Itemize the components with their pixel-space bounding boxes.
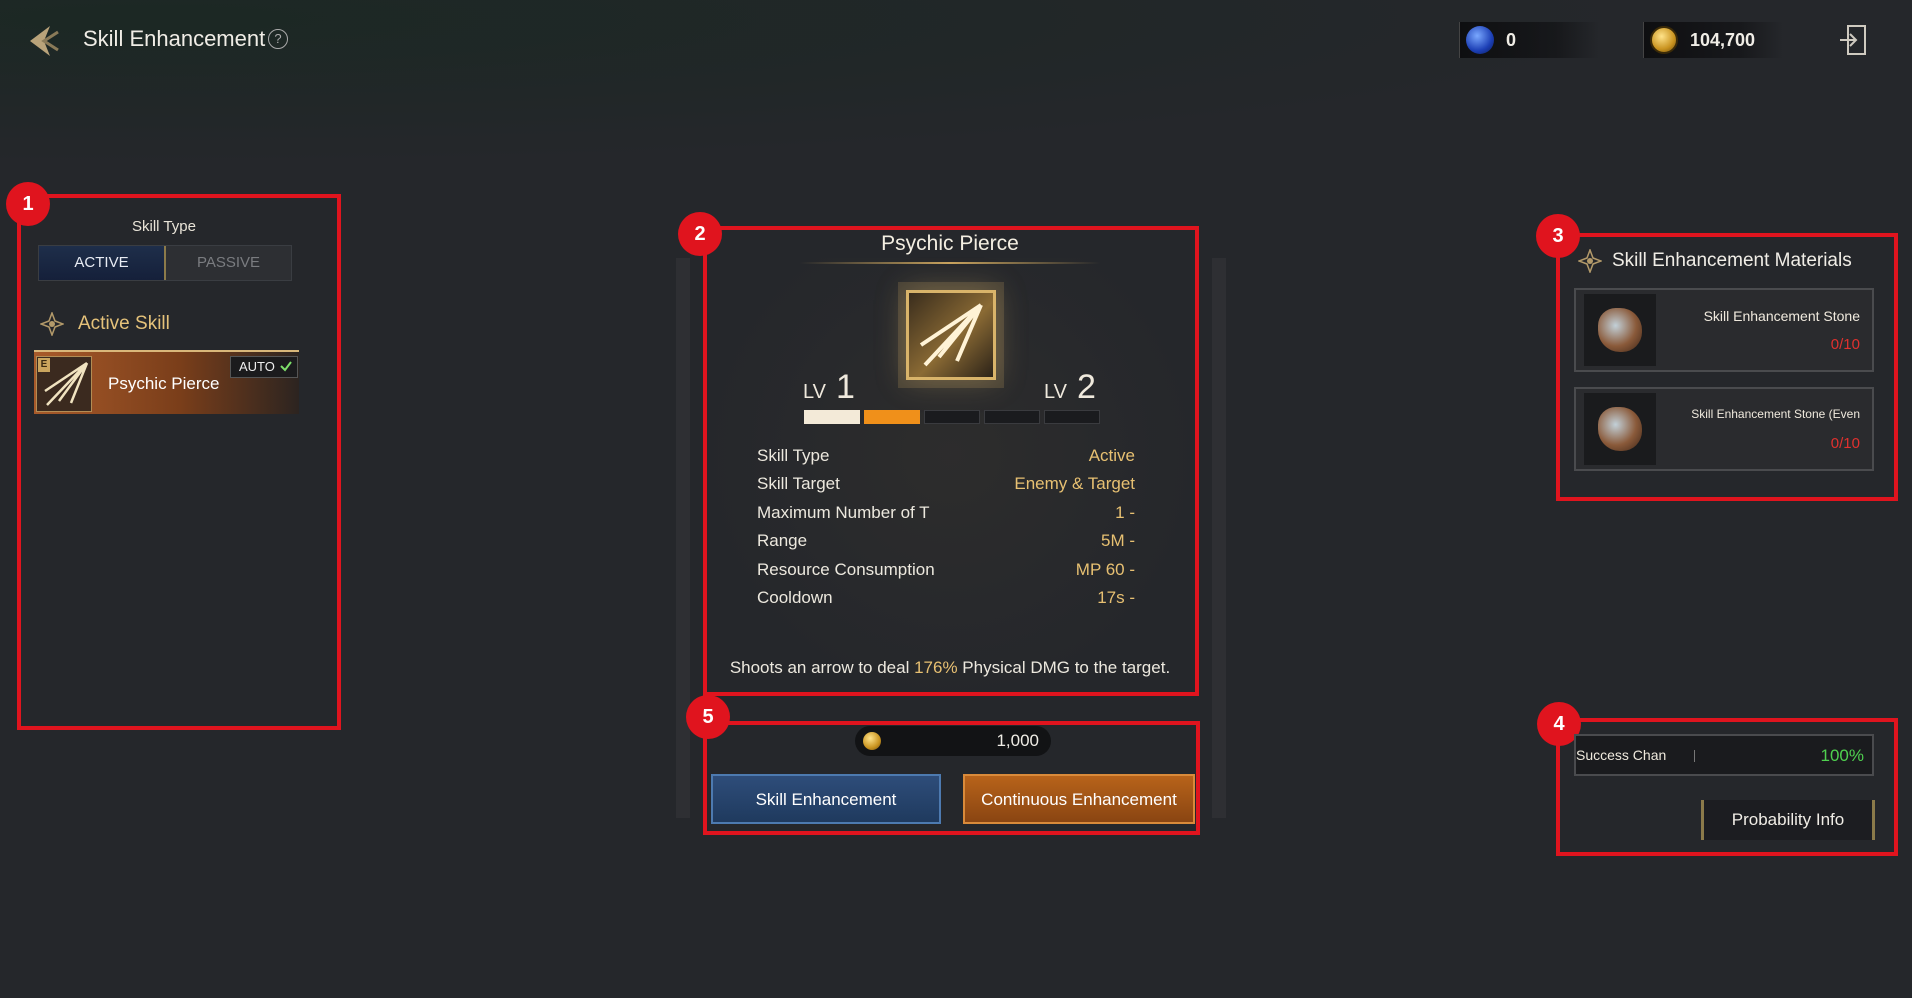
enhancement-stone-icon (1598, 407, 1642, 451)
active-skill-title: Active Skill (78, 313, 170, 334)
page-title: Skill Enhancement (83, 26, 266, 51)
progress-segment (804, 410, 860, 424)
gold-amount: 104,700 (1690, 29, 1756, 50)
skill-type-label: Skill Type (132, 218, 196, 235)
active-skill-header: Active Skill (40, 312, 170, 336)
stat-label: Skill Type (757, 446, 830, 465)
stat-row: Skill Target Enemy & Target (757, 474, 1135, 502)
success-value: 100% (1820, 746, 1864, 765)
marker-1: 1 (6, 182, 50, 226)
next-level-number: 2 (1076, 368, 1096, 406)
materials-header: Skill Enhancement Materials (1578, 249, 1852, 273)
checkmark-icon (280, 361, 292, 372)
skill-grade-badge: E (38, 358, 50, 372)
back-arrow-icon[interactable] (24, 20, 66, 62)
next-level: LV 2 (1044, 368, 1096, 407)
gem-currency: 0 (1459, 22, 1599, 58)
skill-description: Shoots an arrow to deal 176% Physical DM… (729, 658, 1171, 677)
stat-row: Cooldown 17s - (757, 588, 1135, 616)
skill-emblem-icon (906, 290, 996, 380)
tab-passive[interactable]: PASSIVE (166, 246, 291, 280)
ornament-icon (1578, 249, 1602, 273)
lv-prefix: LV (1044, 381, 1067, 403)
skill-enhancement-button[interactable]: Skill Enhancement (711, 774, 941, 824)
progress-segment (864, 410, 920, 424)
skill-list-item[interactable]: E Psychic Pierce AUTO (34, 350, 299, 414)
divider (1694, 750, 1695, 762)
stat-value: Enemy & Target (1014, 474, 1135, 494)
stat-label: Cooldown (757, 587, 833, 607)
success-label: Success Chan (1576, 747, 1667, 763)
material-thumb (1584, 393, 1656, 465)
cost-amount: 1,000 (996, 731, 1039, 750)
stat-value: MP 60 - (1075, 559, 1135, 579)
material-thumb (1584, 294, 1656, 366)
ornament-icon (40, 312, 64, 336)
title-divider (800, 262, 1100, 264)
progress-segment (984, 410, 1040, 424)
marker-3: 3 (1536, 214, 1580, 258)
stat-row: Resource Consumption MP 60 - (757, 560, 1135, 588)
gold-currency: 104,700 (1643, 22, 1783, 58)
stat-row: Skill Type Active (757, 446, 1135, 474)
stat-label: Resource Consumption (757, 559, 935, 579)
stat-value: 1 - (1115, 502, 1135, 522)
auto-toggle[interactable]: AUTO (230, 356, 298, 378)
success-chance: Success Chan 100% (1574, 734, 1874, 776)
material-card[interactable]: Skill Enhancement Stone (Even 0/10 (1574, 387, 1874, 471)
stat-label: Skill Target (757, 474, 840, 494)
top-backdrop (0, 0, 1912, 190)
gold-coin-icon (863, 732, 881, 750)
skill-type-toggle: ACTIVE PASSIVE (38, 245, 292, 281)
material-card[interactable]: Skill Enhancement Stone 0/10 (1574, 288, 1874, 372)
blue-gem-icon (1466, 26, 1494, 54)
exit-icon[interactable] (1838, 24, 1868, 56)
material-count: 0/10 (1830, 336, 1860, 353)
progress-segment (924, 410, 980, 424)
stat-label: Maximum Number of T (757, 502, 930, 522)
continuous-enhancement-button[interactable]: Continuous Enhancement (963, 774, 1195, 824)
detail-skill-name: Psychic Pierce (881, 232, 1019, 255)
stat-value: Active (1088, 446, 1135, 465)
material-count: 0/10 (1830, 435, 1860, 452)
marker-5: 5 (686, 695, 730, 739)
probability-info-button[interactable]: Probability Info (1701, 800, 1875, 840)
progress-segment (1044, 410, 1100, 424)
gem-amount: 0 (1506, 29, 1517, 50)
material-name: Skill Enhancement Stone (Even (1691, 407, 1860, 421)
stat-row: Range 5M - (757, 531, 1135, 559)
materials-title: Skill Enhancement Materials (1612, 250, 1852, 271)
current-level-number: 1 (835, 368, 855, 406)
material-name: Skill Enhancement Stone (1703, 308, 1860, 324)
stat-row: Maximum Number of T 1 - (757, 503, 1135, 531)
skill-name: Psychic Pierce (108, 374, 220, 393)
enhancement-progress-bar (804, 410, 1100, 424)
lv-prefix: LV (803, 381, 826, 403)
stat-label: Range (757, 531, 808, 551)
auto-label: AUTO (239, 359, 275, 374)
gold-coin-icon (1650, 26, 1678, 54)
enhancement-cost: 1,000 (855, 726, 1051, 756)
tab-active[interactable]: ACTIVE (39, 246, 166, 280)
current-level: LV 1 (803, 368, 855, 407)
help-icon[interactable]: ? (268, 29, 288, 49)
skill-stats: Skill Type Active Skill Target Enemy & Targ… (757, 446, 1135, 616)
stat-value: 5M - (1101, 531, 1135, 551)
stat-value: 17s - (1097, 587, 1135, 607)
enhancement-stone-icon (1598, 308, 1642, 352)
